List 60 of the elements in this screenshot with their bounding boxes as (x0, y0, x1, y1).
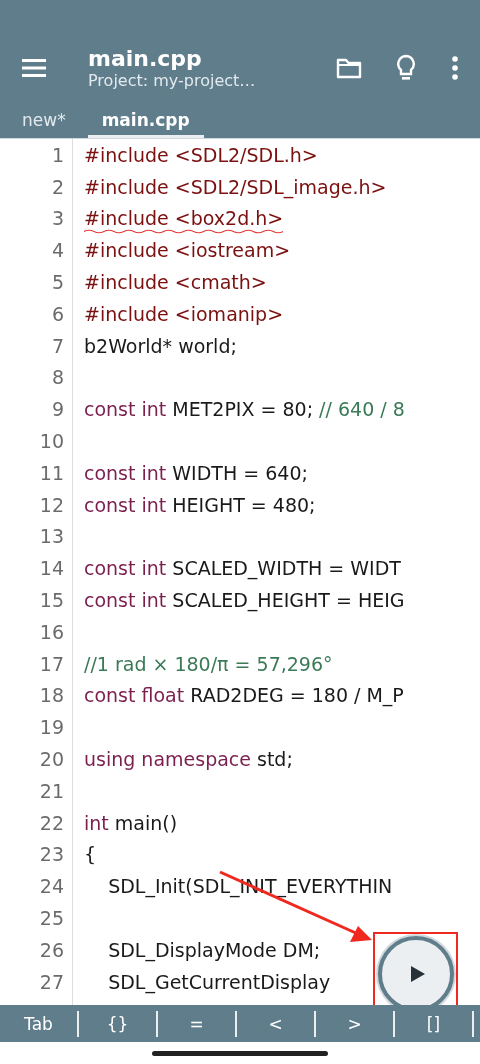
code-line: #include <cmath> (84, 271, 267, 294)
code-line: SDL_DisplayMode DM; (107, 938, 321, 961)
line-number: 2 (50, 175, 64, 198)
symbol-key[interactable]: [] (395, 1010, 474, 1037)
line-number: 12 (38, 493, 64, 516)
line-number: 19 (38, 716, 64, 739)
line-number: 16 (38, 620, 64, 643)
code-line: const int WIDTH = 640; (84, 461, 308, 484)
code-line: using namespace std; (84, 748, 293, 771)
line-number: 27 (38, 970, 64, 993)
symbol-key[interactable]: Tab (0, 1010, 79, 1037)
code-line: { (84, 843, 97, 866)
file-title: main.cpp (88, 45, 203, 71)
line-number: 17 (38, 652, 64, 675)
code-line: const int SCALED_HEIGHT = HEIG (84, 589, 405, 612)
line-number: 4 (50, 239, 64, 262)
line-number: 7 (50, 334, 64, 357)
folder-icon[interactable] (336, 56, 362, 79)
code-line: //1 rad × 180/π = 57,296° (84, 652, 333, 675)
line-number: 11 (38, 461, 64, 484)
code-line: #include <SDL2/SDL_image.h> (84, 175, 387, 198)
line-number: 23 (38, 843, 64, 866)
code-line: #include <iostream> (84, 239, 291, 262)
line-number: 18 (38, 684, 64, 707)
code-line: int main() (84, 811, 178, 834)
code-line: SDL_GetCurrentDisplay (107, 970, 331, 993)
file-tab[interactable]: new* (10, 105, 78, 138)
code-line: const int HEIGHT = 480; (84, 493, 316, 516)
line-number: 24 (38, 875, 64, 898)
line-number: 9 (50, 398, 64, 421)
code-line: const float RAD2DEG = 180 / M_P (84, 684, 404, 707)
line-number: 13 (38, 525, 64, 548)
more-icon[interactable] (452, 55, 458, 80)
code-line: const int SCALED_WIDTH = WIDT (84, 557, 401, 580)
line-number: 10 (38, 430, 64, 453)
code-line: #include <box2d.h> (84, 207, 284, 230)
line-number: 5 (50, 271, 64, 294)
line-number: 1 (50, 143, 64, 166)
line-number: 25 (38, 907, 64, 929)
project-subtitle: Project: my-project… (88, 70, 257, 90)
line-number: 14 (38, 557, 64, 580)
line-number: 6 (50, 302, 64, 325)
symbol-key[interactable]: > (316, 1010, 395, 1037)
code-line: #include <iomanip> (84, 302, 284, 325)
line-number: 20 (38, 748, 64, 771)
code-line: #include <SDL2/SDL.h> (84, 143, 318, 166)
line-number: 15 (38, 589, 64, 612)
line-number: 26 (38, 938, 64, 961)
lightbulb-icon[interactable] (396, 53, 416, 82)
line-number: 21 (38, 779, 64, 802)
line-number: 22 (38, 811, 64, 834)
symbol-key[interactable]: = (158, 1010, 237, 1037)
symbol-key[interactable]: < (237, 1010, 316, 1037)
code-line: const int MET2PIX = 80; // 640 / 8 (84, 398, 405, 421)
menu-icon[interactable] (22, 57, 48, 78)
code-line: b2World* world; (84, 334, 237, 357)
line-number: 8 (50, 366, 64, 389)
symbol-key[interactable]: {} (79, 1010, 158, 1037)
play-icon (410, 965, 426, 983)
line-number: 3 (50, 207, 64, 230)
